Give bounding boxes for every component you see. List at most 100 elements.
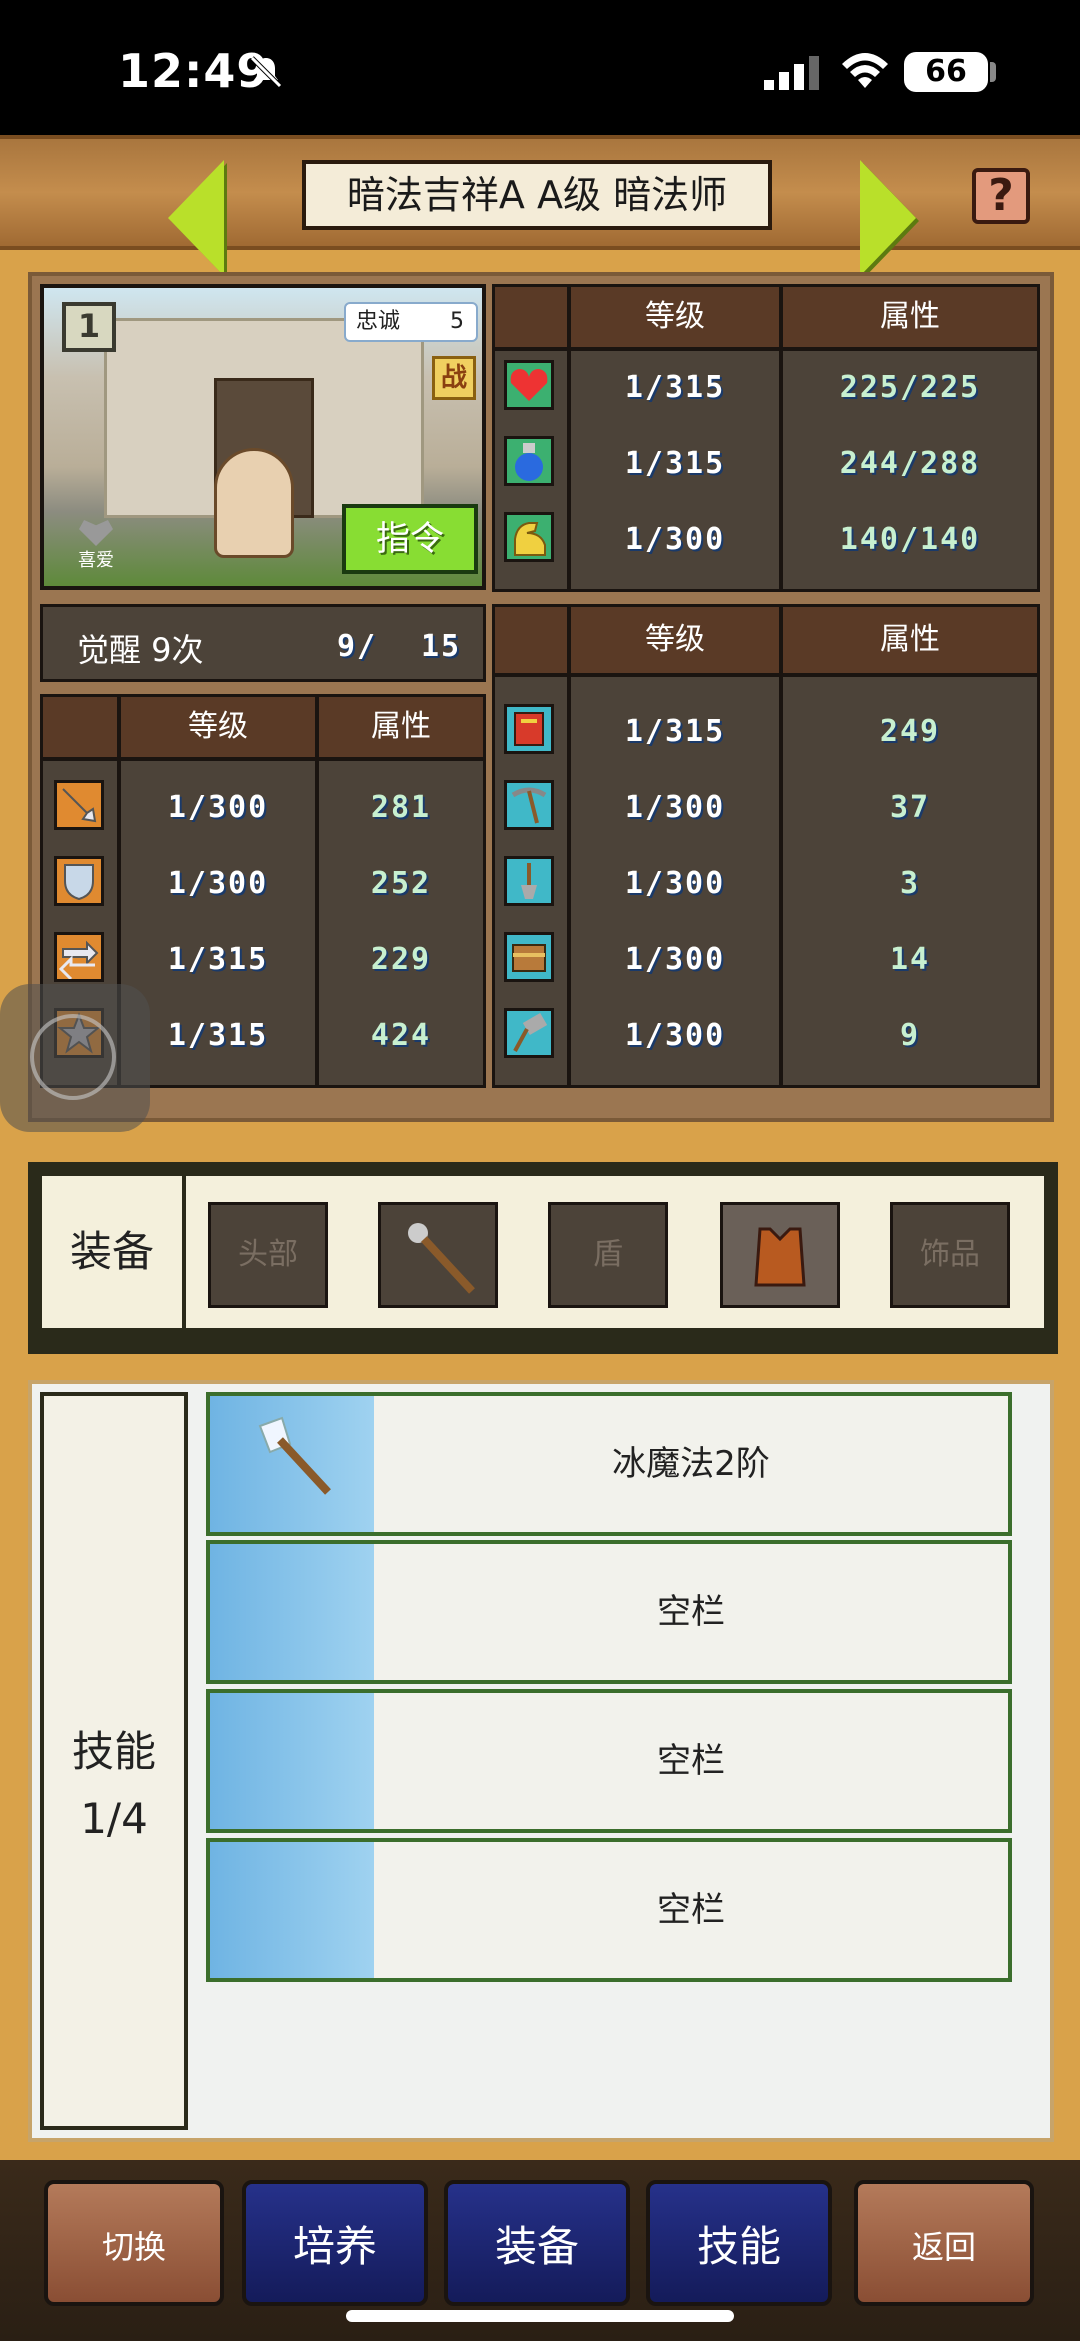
skill-icon-area	[210, 1544, 374, 1680]
shovel-icon	[504, 856, 554, 906]
vitals-header-blank	[492, 284, 570, 350]
equipment-label: 装备	[42, 1176, 186, 1328]
ice-axe-icon	[258, 1416, 331, 1495]
attack-value: 281	[370, 790, 432, 825]
battle-badge: 战	[432, 356, 476, 400]
hammer-icon	[504, 1008, 554, 1058]
assistive-ring-icon	[30, 1014, 116, 1100]
skill-slot-3[interactable]: 空栏	[206, 1689, 1012, 1833]
hp-level: 1/315	[624, 370, 726, 405]
skill-icon-area	[210, 1693, 374, 1829]
skills-label: 技能	[71, 1727, 156, 1776]
train-button[interactable]: 培养	[242, 2180, 428, 2306]
combat-left-header-blank	[40, 694, 120, 760]
awaken-label: 觉醒 9次	[77, 631, 204, 669]
digging-level: 1/300	[624, 866, 726, 901]
smithing-value: 9	[899, 1018, 921, 1053]
mp-level: 1/315	[624, 446, 726, 481]
vitals-header-level: 等级	[568, 284, 782, 350]
skills-button[interactable]: 技能	[646, 2180, 832, 2306]
heart-icon	[504, 360, 554, 410]
magic-value: 249	[879, 714, 941, 749]
speed-level: 1/315	[167, 942, 269, 977]
favorite-label: 喜爱	[78, 550, 114, 571]
skill-slot-1[interactable]: 冰魔法2阶	[206, 1392, 1012, 1536]
next-character-arrow-icon[interactable]	[860, 160, 916, 276]
status-time: 12:49	[118, 44, 270, 98]
defense-value: 252	[370, 866, 432, 901]
sword-icon	[54, 780, 104, 830]
loyalty-badge: 忠诚 5	[344, 302, 478, 342]
switch-button[interactable]: 切换	[44, 2180, 224, 2306]
skill-name: 空栏	[657, 1592, 725, 1632]
potion-icon	[504, 436, 554, 486]
stamina-level: 1/300	[624, 522, 726, 557]
skill-icon-area	[210, 1396, 374, 1532]
awaken-progress: 9/	[336, 629, 378, 664]
awaken-max: 15	[420, 629, 462, 664]
equip-slot-shield[interactable]: 盾	[548, 1202, 668, 1308]
battery-nub	[990, 62, 996, 82]
book-icon	[504, 704, 554, 754]
mining-level: 1/300	[624, 790, 726, 825]
favorite-toggle[interactable]: 喜爱	[66, 520, 126, 580]
equip-slot-head[interactable]: 头部	[208, 1202, 328, 1308]
battery-indicator: 66	[904, 52, 988, 92]
speed-icon	[54, 932, 104, 982]
combat-right-header-level: 等级	[568, 604, 782, 676]
wifi-icon	[842, 53, 888, 88]
stamina-value: 140/140	[839, 522, 981, 557]
combat-left-header-level: 等级	[118, 694, 318, 760]
mining-value: 37	[889, 790, 931, 825]
hp-value: 225/225	[839, 370, 981, 405]
combat-left-header-attr: 属性	[316, 694, 486, 760]
skill-icon-area	[210, 1842, 374, 1978]
character-sprite	[214, 448, 294, 558]
loyalty-value: 5	[450, 309, 464, 334]
smithing-level: 1/300	[624, 1018, 726, 1053]
pickaxe-icon	[504, 780, 554, 830]
mp-value: 244/288	[839, 446, 981, 481]
skill-name: 冰魔法2阶	[612, 1444, 770, 1484]
previous-character-arrow-icon[interactable]	[168, 160, 224, 276]
mute-bell-icon	[250, 56, 282, 88]
character-portrait: 1 忠诚 5 战 喜爱 指令	[40, 284, 486, 590]
vitals-header-attr: 属性	[780, 284, 1040, 350]
loyalty-label: 忠诚	[356, 309, 401, 334]
skills-count: 1/4	[80, 1794, 148, 1843]
crafting-value: 14	[889, 942, 931, 977]
back-button[interactable]: 返回	[854, 2180, 1034, 2306]
combat-right-header-blank	[492, 604, 570, 676]
speed-value: 229	[370, 942, 432, 977]
combat-right-header-attr: 属性	[780, 604, 1040, 676]
digging-value: 3	[899, 866, 921, 901]
muscle-icon	[504, 512, 554, 562]
equip-slot-armor[interactable]	[720, 1202, 840, 1308]
skill-name: 空栏	[657, 1741, 725, 1781]
skill-name: 空栏	[657, 1890, 725, 1930]
character-name-plate: 暗法吉祥A A级 暗法师	[302, 160, 772, 230]
skill-slot-4[interactable]: 空栏	[206, 1838, 1012, 1982]
staff-icon	[408, 1223, 475, 1294]
shield-icon	[54, 856, 104, 906]
chest-icon	[504, 932, 554, 982]
cellular-signal-icon	[764, 56, 819, 90]
awaken-row: 觉醒 9次 9/ 15	[40, 604, 486, 682]
equip-button[interactable]: 装备	[444, 2180, 630, 2306]
luck-value: 424	[370, 1018, 432, 1053]
equip-slot-weapon[interactable]	[378, 1202, 498, 1308]
heart-outline-icon	[79, 520, 113, 546]
equip-slot-accessory[interactable]: 饰品	[890, 1202, 1010, 1308]
floating-assistive-button[interactable]	[0, 984, 150, 1132]
command-button[interactable]: 指令	[342, 504, 478, 574]
crafting-level: 1/300	[624, 942, 726, 977]
floor-badge: 1	[62, 302, 116, 352]
skill-slot-2[interactable]: 空栏	[206, 1540, 1012, 1684]
magic-level: 1/315	[624, 714, 726, 749]
attack-level: 1/300	[167, 790, 269, 825]
home-indicator[interactable]	[346, 2310, 734, 2322]
help-button[interactable]: ?	[972, 168, 1030, 224]
skills-label-box: 技能 1/4	[40, 1392, 188, 2130]
defense-level: 1/300	[167, 866, 269, 901]
leather-armor-icon	[754, 1227, 806, 1287]
